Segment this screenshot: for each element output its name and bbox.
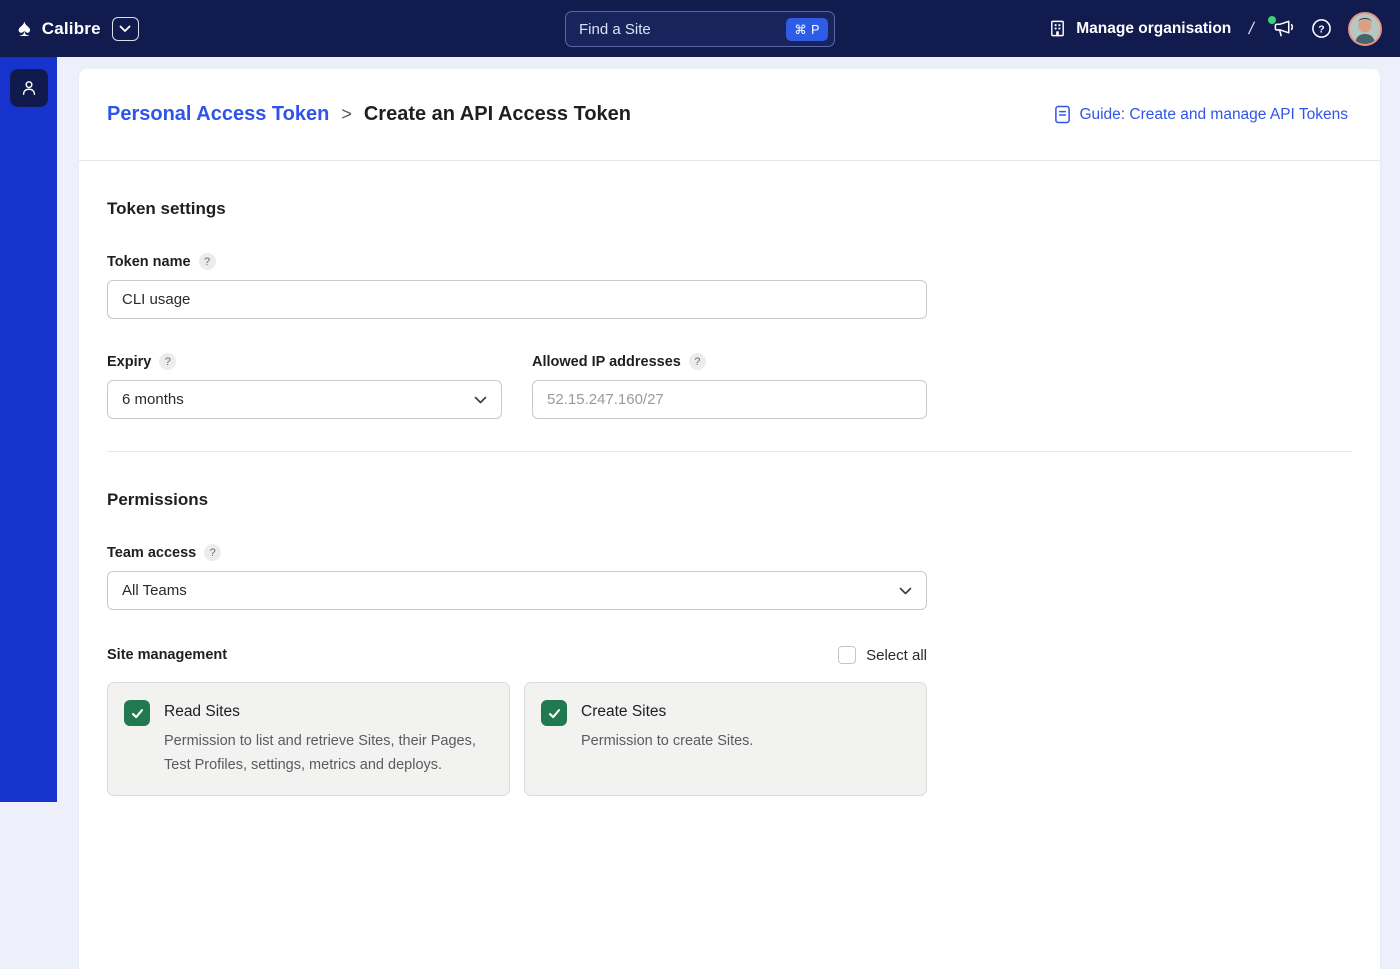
chevron-down-icon: [474, 396, 487, 404]
nav-separator: /: [1247, 19, 1256, 39]
building-icon: [1048, 19, 1067, 38]
page-title: Create an API Access Token: [364, 103, 631, 126]
brand-name: Calibre: [42, 19, 101, 39]
checkmark-icon: [547, 706, 562, 721]
breadcrumb-separator: >: [341, 104, 352, 125]
expiry-selected-value: 6 months: [122, 391, 184, 408]
help-button[interactable]: ?: [1311, 18, 1332, 39]
read-sites-checkbox[interactable]: [124, 700, 150, 726]
site-management-label: Site management: [107, 647, 227, 663]
team-access-selected-value: All Teams: [122, 582, 187, 599]
document-icon: [1054, 105, 1071, 124]
chevron-down-icon: [119, 25, 131, 33]
permission-card-create-sites: Create Sites Permission to create Sites.: [524, 682, 927, 796]
notification-dot: [1268, 16, 1276, 24]
org-switcher-button[interactable]: [112, 17, 139, 41]
permissions-heading: Permissions: [107, 452, 1352, 510]
expiry-select[interactable]: 6 months: [107, 380, 502, 419]
breadcrumb: Personal Access Token > Create an API Ac…: [107, 103, 631, 126]
page-header: Personal Access Token > Create an API Ac…: [79, 69, 1380, 161]
find-site-search-input[interactable]: Find a Site ⌘ P: [565, 11, 835, 47]
allowed-ips-column: Allowed IP addresses ?: [532, 319, 927, 419]
select-all-label: Select all: [866, 647, 927, 664]
read-sites-description: Permission to list and retrieve Sites, t…: [164, 730, 493, 778]
calibre-spade-logo-icon: ♠: [18, 17, 31, 41]
top-navbar: ♠ Calibre Find a Site ⌘ P Manage organis…: [0, 0, 1400, 57]
chevron-down-icon: [899, 587, 912, 595]
token-name-input[interactable]: [107, 280, 927, 319]
permission-card-read-sites: Read Sites Permission to list and retrie…: [107, 682, 510, 796]
avatar-photo: [1350, 14, 1380, 44]
token-name-label-row: Token name ?: [107, 253, 1352, 270]
expiry-label-row: Expiry ?: [107, 353, 502, 370]
select-all-checkbox[interactable]: [838, 646, 856, 664]
token-settings-section: Token settings Token name ? Expiry ? 6 m…: [79, 161, 1380, 452]
create-sites-content: Create Sites Permission to create Sites.: [581, 700, 753, 778]
breadcrumb-parent-link[interactable]: Personal Access Token: [107, 103, 329, 126]
expiry-column: Expiry ? 6 months: [107, 319, 502, 419]
expiry-label: Expiry: [107, 354, 151, 370]
brand-group: ♠ Calibre: [18, 17, 139, 41]
svg-text:?: ?: [1318, 23, 1324, 35]
token-name-help-icon[interactable]: ?: [199, 253, 216, 270]
main-area: Personal Access Token > Create an API Ac…: [57, 57, 1400, 802]
checkmark-icon: [130, 706, 145, 721]
manage-organisation-button[interactable]: Manage organisation: [1048, 19, 1231, 38]
user-avatar[interactable]: [1348, 12, 1382, 46]
team-access-select[interactable]: All Teams: [107, 571, 927, 610]
site-management-header-row: Site management Select all: [107, 646, 927, 664]
create-sites-title: Create Sites: [581, 700, 753, 721]
team-access-label-row: Team access ?: [107, 544, 1352, 561]
personal-account-nav-button[interactable]: [10, 69, 48, 107]
keyboard-shortcut-badge: ⌘ P: [786, 18, 828, 41]
allowed-ips-label-row: Allowed IP addresses ?: [532, 353, 927, 370]
team-access-help-icon[interactable]: ?: [204, 544, 221, 561]
token-settings-heading: Token settings: [107, 161, 1352, 219]
left-sidebar: [0, 57, 57, 802]
read-sites-content: Read Sites Permission to list and retrie…: [164, 700, 493, 778]
person-icon: [19, 78, 39, 98]
token-name-label: Token name: [107, 254, 191, 270]
expiry-ip-row: Expiry ? 6 months Allowed IP addresses ?: [107, 319, 1352, 419]
create-sites-checkbox[interactable]: [541, 700, 567, 726]
read-sites-title: Read Sites: [164, 700, 493, 721]
allowed-ips-label: Allowed IP addresses: [532, 354, 681, 370]
question-circle-icon: ?: [1311, 18, 1332, 39]
content-card: Personal Access Token > Create an API Ac…: [79, 69, 1380, 969]
permissions-section: Permissions Team access ? All Teams Site…: [79, 452, 1380, 796]
allowed-ips-help-icon[interactable]: ?: [689, 353, 706, 370]
create-sites-description: Permission to create Sites.: [581, 730, 753, 754]
navbar-right-group: Manage organisation / ?: [1048, 12, 1382, 46]
expiry-help-icon[interactable]: ?: [159, 353, 176, 370]
guide-link-label: Guide: Create and manage API Tokens: [1079, 106, 1348, 124]
manage-organisation-label: Manage organisation: [1076, 20, 1231, 38]
announcements-button[interactable]: [1272, 18, 1295, 39]
select-all-control[interactable]: Select all: [838, 646, 927, 664]
allowed-ips-input[interactable]: [532, 380, 927, 419]
permission-cards: Read Sites Permission to list and retrie…: [107, 682, 1352, 796]
guide-link[interactable]: Guide: Create and manage API Tokens: [1054, 105, 1348, 124]
team-access-label: Team access: [107, 545, 196, 561]
search-placeholder: Find a Site: [579, 21, 786, 38]
